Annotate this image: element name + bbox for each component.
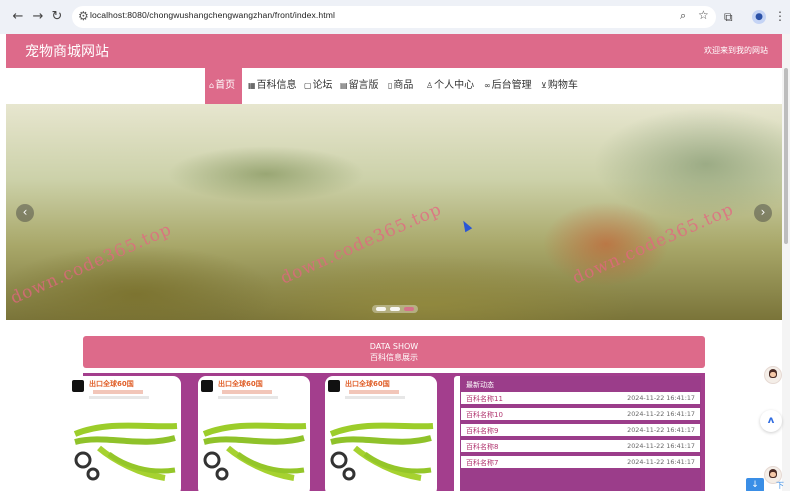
url-text[interactable]: localhost:8080/chongwushangchengwangzhan… [90,10,335,20]
nav-label: 后台管理 [491,80,532,91]
user-icon: ♙ [426,81,434,90]
product-subtitle-bar [93,390,143,394]
profile-avatar-icon[interactable]: ● [752,10,766,24]
product-desc-bar [89,396,149,399]
nav-label: 首页 [215,80,236,91]
page-scrollbar[interactable] [782,34,790,491]
home-icon: ⌂ [209,81,215,90]
nav-item-encyclopedia[interactable]: ▦百科信息 [248,68,297,104]
banner-carousel[interactable]: down.code365.top down.code365.top down.c… [6,104,782,320]
section-header: DATA SHOW 百科信息展示 [83,336,705,368]
product-subtitle-bar [349,390,399,394]
leash-image [73,422,178,481]
product-desc-bar [345,396,405,399]
nav-item-guestbook[interactable]: ▤留言版 [340,68,379,104]
nav-item-home[interactable]: ⌂首页 [205,68,242,104]
nav-item-goods[interactable]: ▯商品 [388,68,413,104]
news-item-time: 2024-11-22 16:41:17 [627,426,695,434]
arrow-left-icon[interactable]: ← [10,9,26,25]
watermark: down.code365.top [7,219,176,309]
news-item[interactable]: 百科名称8 2024-11-22 16:41:17 [461,440,700,452]
nav-label: 购物车 [547,80,578,91]
news-item-time: 2024-11-22 16:41:17 [627,442,695,450]
brand-logo-icon [201,380,213,392]
main-nav: ⌂首页 ▦百科信息 ▢论坛 ▤留言版 ▯商品 ♙个人中心 ∞后台管理 ⊻购物车 [6,68,782,104]
avatar-face [770,472,776,477]
nav-label: 百科信息 [256,80,297,91]
carousel-dot[interactable] [390,307,400,311]
brand-logo-icon [328,380,340,392]
news-item[interactable]: 百科名称11 2024-11-22 16:41:17 [461,392,700,404]
leash-image [202,422,307,481]
link-icon: ∞ [484,81,491,90]
leash-image [329,422,434,481]
download-arrow-icon[interactable]: ↓ [746,478,764,491]
section-title-cn: 百科信息展示 [370,353,418,362]
support-avatar-icon[interactable] [764,366,782,384]
news-item-name: 百科名称10 [466,411,503,419]
site-title: 宠物商城网站 [25,44,109,60]
bookmark-star-icon[interactable]: ☆ [698,8,709,22]
product-tag: 出口全球60国 [89,380,134,388]
download-label[interactable]: 下载 [776,480,790,491]
product-desc-bar [218,396,278,399]
nav-label: 留言版 [348,80,379,91]
arrow-right-icon[interactable]: → [30,9,46,25]
forum-icon: ▢ [304,81,312,90]
extensions-icon[interactable]: ⧉ [724,10,733,25]
news-item-name: 百科名称11 [466,395,503,403]
news-item-time: 2024-11-22 16:41:17 [627,394,695,402]
news-item[interactable]: 百科名称9 2024-11-22 16:41:17 [461,424,700,436]
carousel-dot[interactable] [404,307,414,311]
more-menu-icon[interactable]: ⋮ [774,9,786,23]
ai-assistant-icon[interactable]: ᴧ [760,410,782,432]
product-tag: 出口全球60国 [218,380,263,388]
site-header: 宠物商城网站 欢迎来到我的网站 [6,34,782,68]
news-item[interactable]: 百科名称10 2024-11-22 16:41:17 [461,408,700,420]
scrollbar-thumb[interactable] [784,68,788,244]
nav-item-forum[interactable]: ▢论坛 [304,68,333,104]
news-item-time: 2024-11-22 16:41:17 [627,410,695,418]
address-bar[interactable]: ⚙ localhost:8080/chongwushangchengwangzh… [72,6,716,28]
nav-item-user-center[interactable]: ♙个人中心 [426,68,474,104]
zoom-icon[interactable]: ⌕ [680,9,686,23]
news-item-name: 百科名称7 [466,459,499,467]
nav-item-cart[interactable]: ⊻购物车 [541,68,578,104]
carousel-next-button[interactable]: › [754,204,772,222]
nav-label: 商品 [393,80,414,91]
carousel-prev-button[interactable]: ‹ [16,204,34,222]
message-icon: ▤ [340,81,348,90]
news-item[interactable]: 百科名称7 2024-11-22 16:41:17 [461,456,700,468]
nav-label: 个人中心 [434,80,475,91]
reload-icon[interactable]: ↻ [49,9,65,25]
section-title-en: DATA SHOW [369,342,419,351]
avatar-face [770,372,776,377]
cart-icon: ⊻ [541,81,547,90]
carousel-indicators [372,305,418,313]
page: 宠物商城网站 欢迎来到我的网站 ⌂首页 ▦百科信息 ▢论坛 ▤留言版 ▯商品 ♙… [0,34,790,491]
browser-toolbar: ← → ↻ ⚙ localhost:8080/chongwushangcheng… [0,0,790,34]
brand-logo-icon [72,380,84,392]
products-panel: 出口全球60国 出口全球60国 出口全球60国 最新动态 百科名称11 2024… [69,373,705,491]
carousel-dot[interactable] [376,307,386,311]
product-card[interactable]: 出口全球60国 [198,376,310,491]
goods-icon: ▯ [388,81,393,90]
product-card[interactable]: 出口全球60国 [69,376,181,491]
nav-item-admin[interactable]: ∞后台管理 [484,68,532,104]
news-panel: 最新动态 百科名称11 2024-11-22 16:41:17 百科名称10 2… [460,376,701,491]
product-subtitle-bar [222,390,272,394]
news-item-time: 2024-11-22 16:41:17 [627,458,695,466]
watermark: down.code365.top [277,199,446,289]
news-title: 最新动态 [466,381,494,389]
watermark: down.code365.top [569,199,738,289]
product-card[interactable]: 出口全球60国 [325,376,437,491]
welcome-text: 欢迎来到我的网站 [704,46,768,55]
nav-label: 论坛 [312,80,333,91]
grid-icon: ▦ [248,81,256,90]
site-info-icon[interactable]: ⚙ [78,9,89,23]
product-tag: 出口全球60国 [345,380,390,388]
news-item-name: 百科名称8 [466,443,499,451]
news-item-name: 百科名称9 [466,427,499,435]
